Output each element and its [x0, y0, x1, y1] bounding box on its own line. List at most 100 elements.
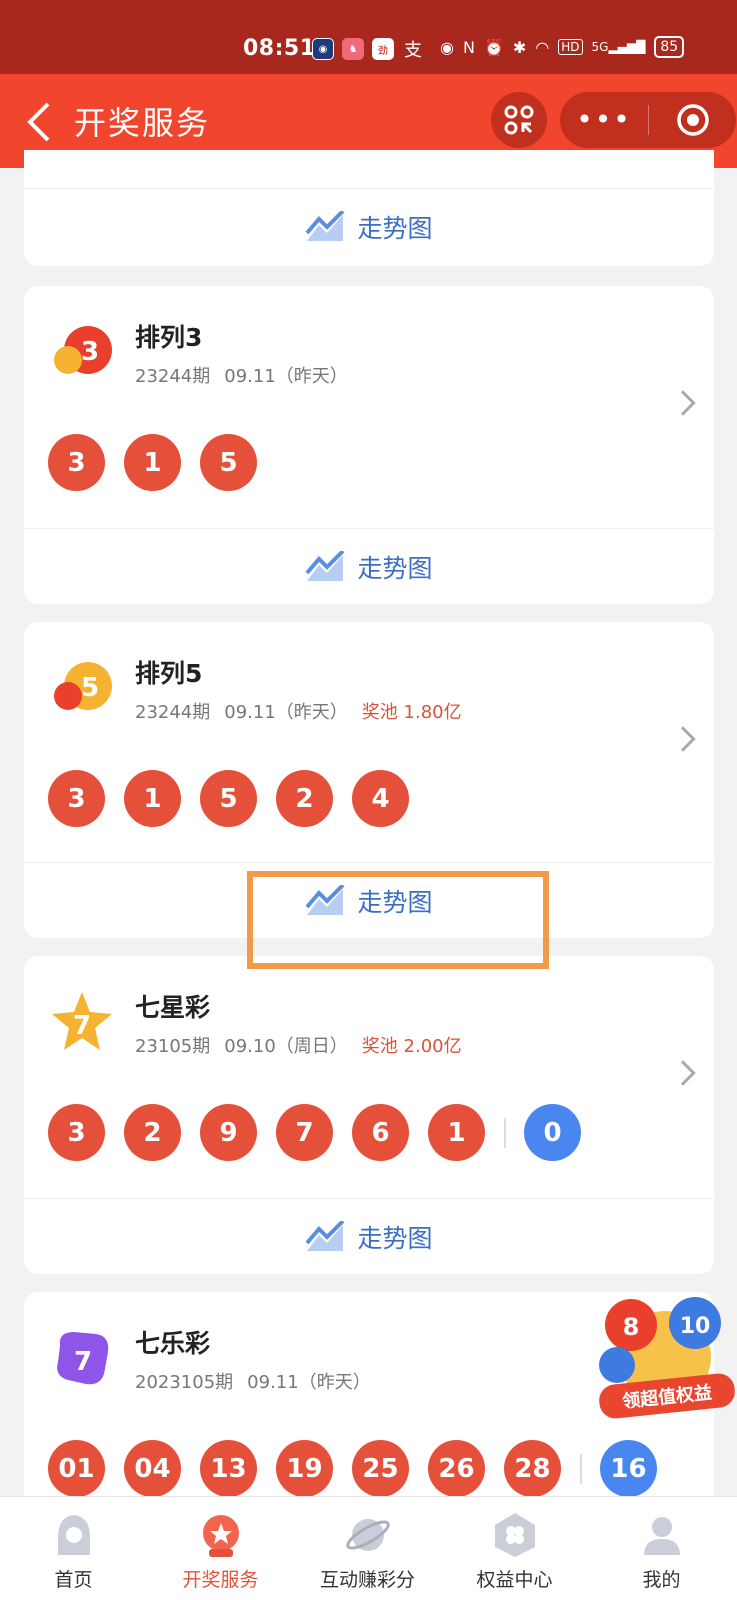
lottery-date: 09.11（昨天） [247, 1372, 371, 1393]
qilecai-logo-icon: 7 [57, 1332, 109, 1385]
alarm-icon: ⏰ [483, 37, 504, 57]
lottery-name: 七星彩 [135, 993, 211, 1022]
chevron-right-icon [670, 726, 696, 752]
grid-scan-icon [504, 105, 534, 135]
draw-balls: 3 1 5 [48, 434, 276, 491]
trend-chart-icon [305, 550, 345, 581]
tab-label: 权益中心 [476, 1569, 553, 1591]
pailie5-logo-icon: 5 [54, 662, 112, 710]
app-notification-icon: ♞ [342, 38, 364, 60]
red-ball: 13 [200, 1440, 257, 1497]
trend-chart-label: 走势图 [357, 1223, 433, 1253]
chevron-right-icon [670, 390, 696, 416]
wifi-icon: ◠ [535, 37, 550, 57]
red-ball: 28 [504, 1440, 561, 1497]
battery-icon: 85 [654, 36, 685, 58]
eye-icon: ◉ [440, 37, 454, 57]
lottery-card-qixingcai[interactable]: 7 七星彩 23105期 09.10（周日） 奖池 2.00亿 3 2 9 7 6 … [24, 956, 714, 1274]
trend-chart-link[interactable]: 走势图 [24, 528, 714, 604]
red-ball: 19 [276, 1440, 333, 1497]
red-ball: 3 [48, 434, 105, 491]
app-notification-icon: ◉ [312, 38, 334, 60]
bluetooth-icon: ✱ [512, 37, 527, 57]
jackpot-pool: 奖池 1.80亿 [361, 702, 462, 723]
lottery-name: 七乐彩 [135, 1329, 211, 1358]
svg-text:10: 10 [680, 1314, 711, 1339]
nfc-icon: N [462, 37, 475, 57]
bottom-tab-bar: 首页 开奖服务 互动赚彩分 权益中心 我的 [0, 1496, 737, 1600]
lottery-name: 排列3 [135, 323, 203, 352]
red-ball: 5 [200, 434, 257, 491]
clover-icon [494, 1513, 535, 1557]
promo-badge[interactable]: 8 10 领超值权益 [595, 1295, 737, 1443]
lottery-issue: 23244期 [135, 366, 211, 387]
chevron-left-icon[interactable] [24, 100, 54, 144]
scan-grid-button[interactable] [491, 92, 547, 148]
target-icon [676, 104, 709, 136]
tab-earn-points[interactable]: 互动赚彩分 [294, 1497, 441, 1600]
red-ball: 1 [124, 434, 181, 491]
ball-separator [580, 1453, 582, 1484]
red-ball: 2 [124, 1104, 181, 1161]
red-ball: 4 [352, 770, 409, 827]
red-ball: 1 [124, 770, 181, 827]
trend-chart-link[interactable]: 走势图 [24, 1198, 714, 1274]
red-ball: 5 [200, 770, 257, 827]
red-ball: 9 [200, 1104, 257, 1161]
tab-home[interactable]: 首页 [0, 1497, 147, 1600]
trend-chart-link[interactable]: 走势图 [24, 188, 714, 264]
network-label: 5G [591, 40, 609, 54]
lottery-date: 09.11（昨天） [224, 366, 348, 387]
close-miniprogram-button[interactable] [649, 103, 736, 137]
blue-ball: 16 [600, 1440, 657, 1497]
lottery-icon [202, 1515, 239, 1557]
status-time: 08:51 [243, 36, 316, 61]
lottery-card-pailie3[interactable]: 3 排列3 23244期 09.11（昨天） 3 1 5 走势图 [24, 286, 714, 604]
red-ball: 1 [428, 1104, 485, 1161]
tab-lottery-service[interactable]: 开奖服务 [147, 1497, 294, 1600]
red-ball: 3 [48, 1104, 105, 1161]
tab-label: 互动赚彩分 [319, 1569, 415, 1591]
status-bar: 08:51 ◉ ♞ 劲 支 ◉ N ⏰ ✱ ◠ HD 5G▂▄▆█ 85 [0, 0, 737, 74]
red-ball: 04 [124, 1440, 181, 1497]
red-ball: 7 [276, 1104, 333, 1161]
svg-text:7: 7 [73, 1011, 91, 1041]
draw-balls: 3 1 5 2 4 [48, 770, 428, 827]
lottery-date: 09.10（周日） [224, 1036, 348, 1057]
pailie3-logo-icon: 3 [54, 326, 112, 374]
home-icon [57, 1515, 90, 1555]
status-system-icons: ◉ N ⏰ ✱ ◠ HD 5G▂▄▆█ 85 [440, 36, 685, 58]
lottery-card: 走势图 [24, 150, 714, 266]
tab-label: 开奖服务 [182, 1569, 259, 1591]
red-ball: 3 [48, 770, 105, 827]
highlight-box [247, 871, 549, 969]
lottery-name: 排列5 [135, 659, 203, 688]
lottery-info: 23105期 09.10（周日） 奖池 2.00亿 [135, 1032, 462, 1058]
draw-balls: 01 04 13 19 25 26 28 16 [48, 1440, 676, 1497]
signal-icon: 5G▂▄▆█ [591, 40, 646, 54]
tab-profile[interactable]: 我的 [588, 1497, 735, 1600]
app-notification-icon: 劲 [372, 38, 394, 60]
red-ball: 2 [276, 770, 333, 827]
lottery-info: 23244期 09.11（昨天） [135, 362, 348, 388]
tab-benefits[interactable]: 权益中心 [441, 1497, 588, 1600]
profile-icon [643, 1517, 680, 1555]
svg-text:5: 5 [81, 673, 99, 703]
hd-icon: HD [558, 39, 583, 55]
trend-chart-icon [305, 1220, 345, 1251]
status-app-icons: ◉ ♞ 劲 支 [312, 38, 424, 61]
svg-text:7: 7 [74, 1347, 92, 1377]
trend-chart-icon [305, 210, 345, 241]
svg-text:8: 8 [623, 1313, 640, 1341]
draw-balls: 3 2 9 7 6 1 0 [48, 1104, 600, 1161]
qixingcai-star-logo-icon: 7 [52, 992, 112, 1050]
tab-label: 我的 [642, 1569, 681, 1591]
jackpot-pool: 奖池 2.00亿 [361, 1036, 462, 1057]
alipay-icon: 支 [404, 40, 422, 61]
lottery-issue: 23105期 [135, 1036, 211, 1057]
ball-separator [504, 1117, 506, 1148]
more-options-button[interactable]: ••• [560, 92, 648, 148]
page-title: 开奖服务 [74, 104, 211, 142]
red-ball: 25 [352, 1440, 409, 1497]
planet-icon [345, 1519, 390, 1551]
